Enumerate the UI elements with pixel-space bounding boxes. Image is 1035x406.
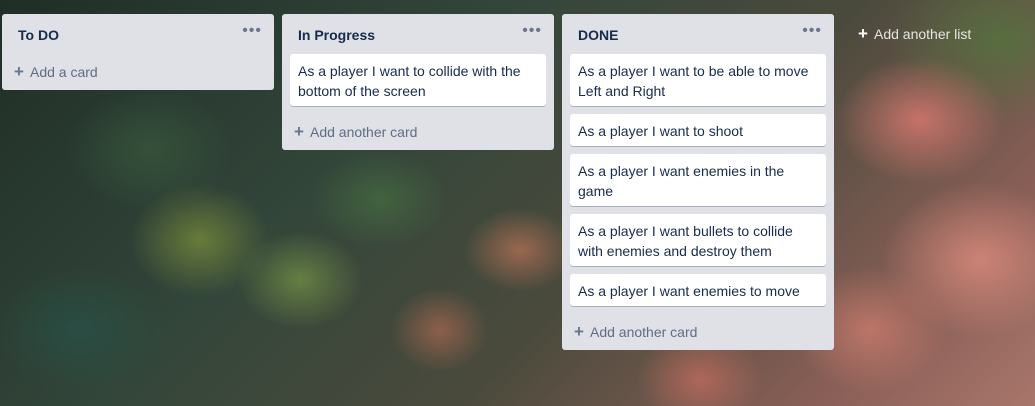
plus-icon: + (858, 24, 868, 43)
plus-icon: + (14, 62, 24, 81)
list-header: In Progress ••• (282, 14, 554, 54)
card[interactable]: As a player I want enemies to move (570, 274, 826, 306)
list-in-progress: In Progress ••• As a player I want to co… (282, 14, 554, 150)
list-title[interactable]: To DO (18, 27, 59, 43)
ellipsis-icon[interactable]: ••• (522, 23, 542, 39)
ellipsis-icon[interactable]: ••• (242, 23, 262, 39)
add-card-button[interactable]: + Add another card (574, 322, 697, 342)
card[interactable]: As a player I want to shoot (570, 114, 826, 146)
ellipsis-icon[interactable]: ••• (802, 23, 822, 39)
card[interactable]: As a player I want bullets to collide wi… (570, 214, 826, 266)
add-card-button[interactable]: + Add a card (14, 62, 98, 82)
add-card-button[interactable]: + Add another card (294, 122, 417, 142)
list-title[interactable]: DONE (578, 27, 618, 43)
card[interactable]: As a player I want to be able to move Le… (570, 54, 826, 106)
list-header: To DO ••• (2, 14, 274, 54)
list-header: DONE ••• (562, 14, 834, 54)
plus-icon: + (574, 322, 584, 341)
add-list-label: Add another list (874, 26, 972, 42)
plus-icon: + (294, 122, 304, 141)
add-list-button[interactable]: + Add another list (858, 24, 971, 44)
add-card-label: Add another card (310, 124, 418, 140)
list-todo: To DO ••• + Add a card (2, 14, 274, 90)
add-card-label: Add a card (30, 64, 98, 80)
card[interactable]: As a player I want to collide with the b… (290, 54, 546, 106)
list-title[interactable]: In Progress (298, 27, 375, 43)
add-card-label: Add another card (590, 324, 698, 340)
card[interactable]: As a player I want enemies in the game (570, 154, 826, 206)
list-done: DONE ••• As a player I want to be able t… (562, 14, 834, 350)
